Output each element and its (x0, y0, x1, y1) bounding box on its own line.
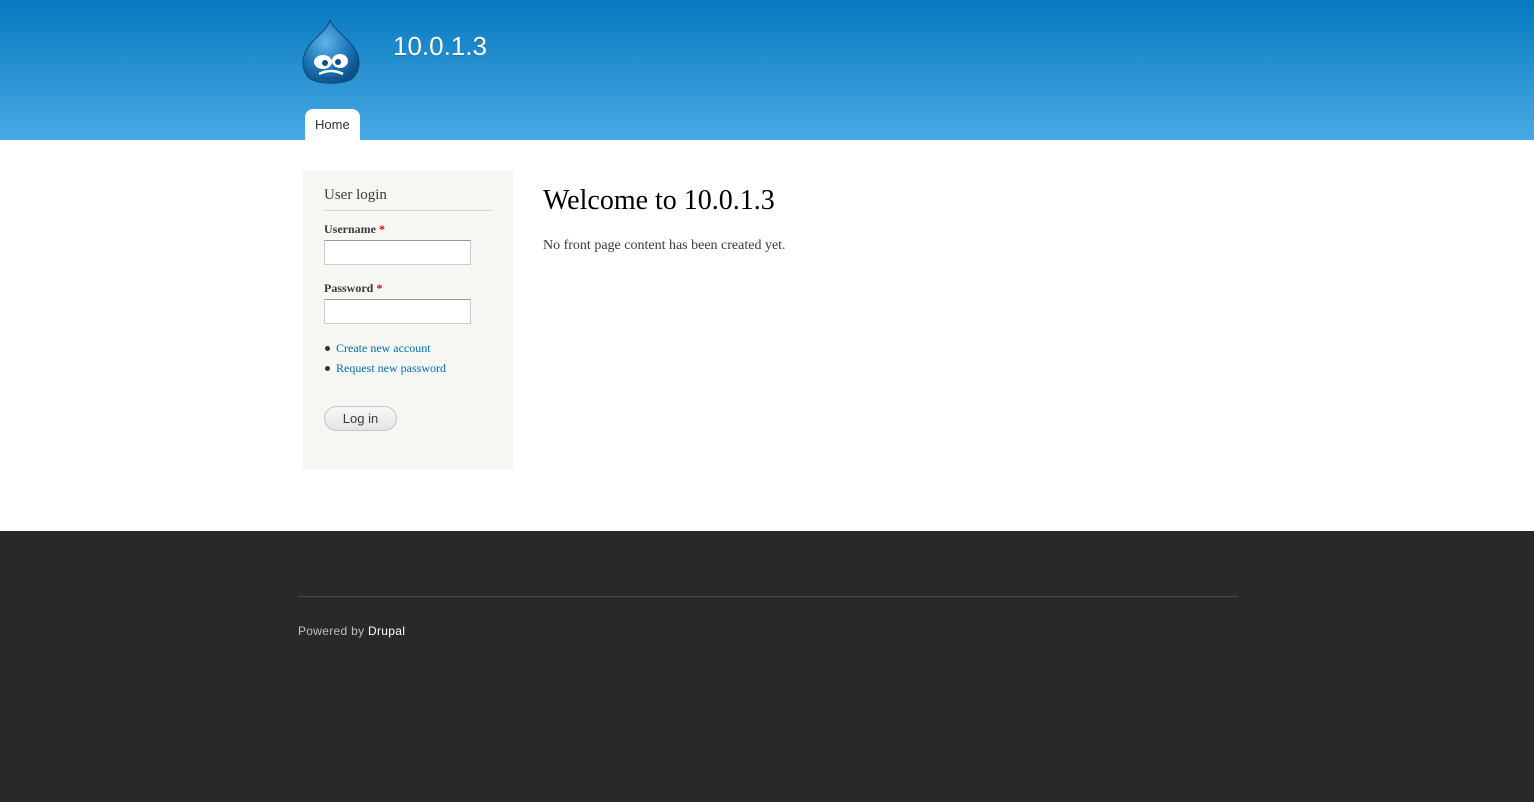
password-label-text: Password (324, 281, 374, 295)
main-menu: Home (305, 109, 360, 140)
drupal-drop-logo-icon (302, 18, 360, 84)
list-item: Request new password (324, 360, 446, 380)
password-input[interactable] (324, 299, 471, 324)
username-label-text: Username (324, 222, 376, 236)
required-marker: * (378, 222, 385, 236)
request-password-link[interactable]: Request new password (336, 361, 446, 375)
password-item: Password * (324, 281, 492, 324)
username-item: Username * (324, 222, 492, 265)
drupal-logo-icon[interactable] (301, 18, 361, 86)
list-item: Create new account (324, 340, 446, 360)
footer-divider (298, 596, 1238, 597)
bullet-icon (325, 346, 330, 351)
site-name-link[interactable]: 10.0.1.3 (393, 30, 487, 62)
page-content: User login Username * Password * Create … (0, 140, 1534, 531)
powered-by: Powered by Drupal (298, 623, 405, 639)
powered-by-text: Powered by (298, 624, 365, 638)
bullet-icon (325, 366, 330, 371)
empty-front-page-message: No front page content has been created y… (543, 238, 786, 253)
log-in-button[interactable]: Log in (324, 406, 397, 431)
block-title: User login (324, 184, 492, 211)
password-label: Password * (324, 281, 492, 295)
create-account-link[interactable]: Create new account (336, 341, 431, 355)
username-label: Username * (324, 222, 492, 236)
site-footer: Powered by Drupal (0, 531, 1534, 802)
tab-home[interactable]: Home (305, 109, 360, 140)
login-links: Create new account Request new password (324, 340, 446, 380)
drupal-link[interactable]: Drupal (368, 624, 405, 638)
user-login-block: User login Username * Password * Create … (303, 170, 513, 470)
site-header: 10.0.1.3 Home (0, 0, 1534, 140)
required-marker: * (376, 281, 383, 295)
menu-item-home: Home (305, 109, 360, 140)
username-input[interactable] (324, 240, 471, 265)
page-title: Welcome to 10.0.1.3 (543, 185, 775, 216)
